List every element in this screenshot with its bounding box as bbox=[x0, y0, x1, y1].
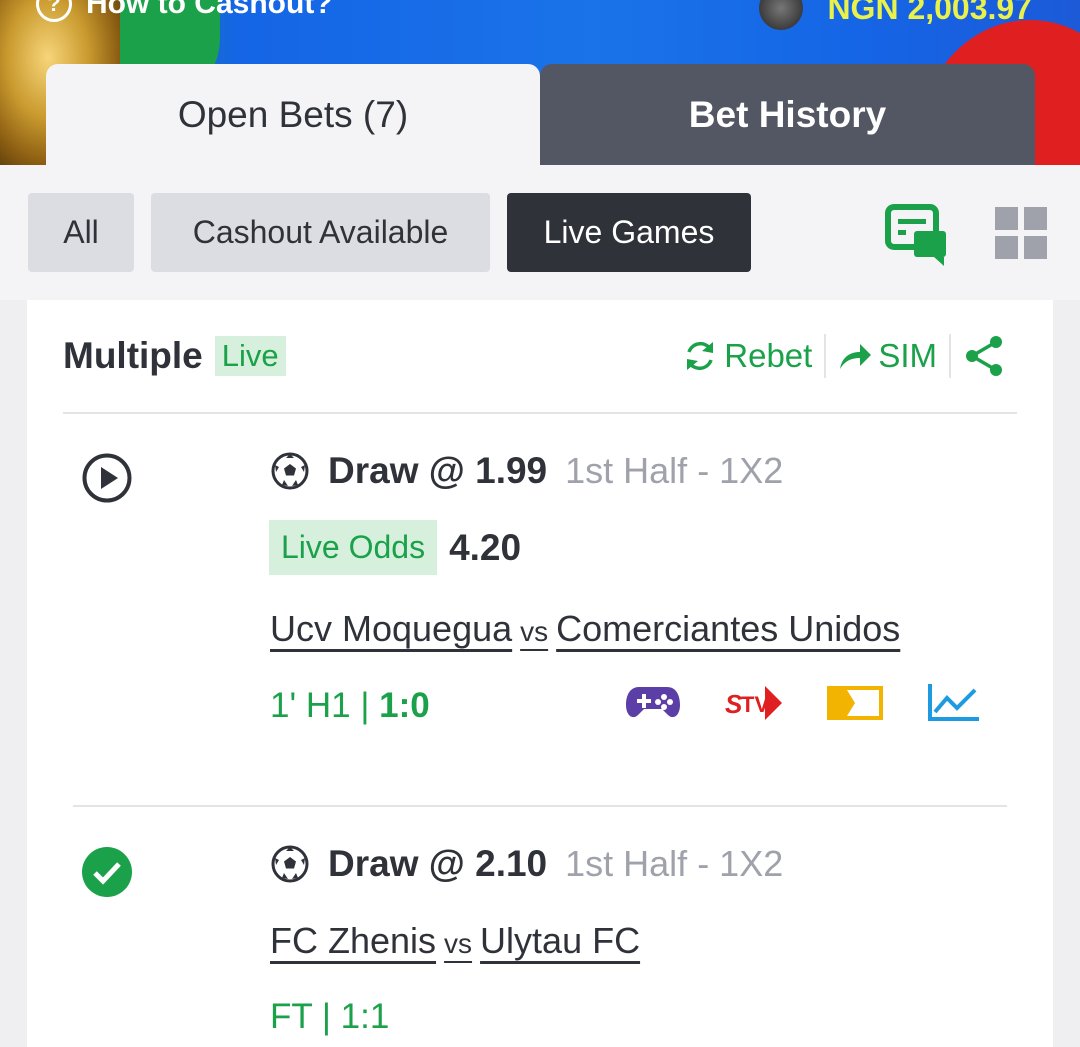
live-odds-badge: Live Odds bbox=[269, 520, 438, 575]
question-icon: ? bbox=[36, 0, 72, 22]
divider bbox=[73, 805, 1007, 807]
chat-icon[interactable] bbox=[884, 203, 948, 267]
market-name: 1st Half - 1X2 bbox=[565, 843, 784, 884]
tv-stream-icon[interactable] bbox=[827, 686, 883, 720]
rebet-label: Rebet bbox=[724, 337, 813, 374]
live-badge: Live bbox=[214, 336, 286, 376]
account-balance[interactable]: NGN 2,003.97 bbox=[759, 0, 1032, 30]
pick-label: Draw @ bbox=[328, 450, 465, 491]
match-status: 1' H1 | 1:0 bbox=[270, 686, 430, 726]
tab-bet-history[interactable]: Bet History bbox=[540, 64, 1035, 165]
divider bbox=[63, 412, 1017, 414]
match-teams[interactable]: Ucv Moquegua vs Comerciantes Unidos bbox=[270, 608, 900, 650]
bet-actions: Rebet SIM bbox=[670, 330, 1017, 382]
bet-card: Multiple Live Rebet SIM Draw @ 1.99 1st … bbox=[27, 300, 1053, 1047]
live-odds-value: 4.20 bbox=[449, 526, 522, 568]
sim-label: SIM bbox=[878, 337, 937, 374]
play-circle-icon[interactable] bbox=[81, 452, 133, 504]
refresh-icon bbox=[687, 341, 714, 371]
share-button[interactable] bbox=[951, 334, 1017, 378]
bet-type-title: Multiple bbox=[63, 335, 203, 376]
pick-odds: 1.99 bbox=[475, 450, 548, 491]
match-feature-icons: S TV bbox=[625, 684, 979, 722]
how-to-cashout-link[interactable]: ? How to Cashout? bbox=[36, 0, 333, 22]
match-teams[interactable]: FC Zhenis vs Ulytau FC bbox=[270, 920, 640, 962]
away-team[interactable]: Comerciantes Unidos bbox=[556, 608, 900, 650]
gamepad-icon[interactable] bbox=[625, 685, 681, 721]
selection-pick-line: Draw @ 2.10 1st Half - 1X2 bbox=[270, 843, 783, 885]
filter-all-button[interactable]: All bbox=[28, 193, 134, 272]
rebet-button[interactable]: Rebet bbox=[670, 337, 824, 375]
live-odds-row: Live Odds 4.20 bbox=[269, 520, 521, 575]
how-to-cashout-label: How to Cashout? bbox=[86, 0, 333, 20]
sim-button[interactable]: SIM bbox=[826, 337, 949, 375]
filter-bar: All Cashout Available Live Games bbox=[0, 165, 1080, 300]
filter-cashout-available-button[interactable]: Cashout Available bbox=[151, 193, 490, 272]
pick-odds: 2.10 bbox=[475, 843, 548, 884]
layout-grid-icon[interactable] bbox=[995, 207, 1047, 259]
stats-chart-icon[interactable] bbox=[927, 684, 979, 722]
share-icon bbox=[966, 336, 1002, 376]
stv-icon[interactable]: S TV bbox=[725, 684, 783, 722]
away-team[interactable]: Ulytau FC bbox=[480, 920, 640, 962]
match-clock: FT | bbox=[270, 997, 341, 1036]
match-status: FT | 1:1 bbox=[270, 997, 389, 1037]
tab-open-bets[interactable]: Open Bets (7) bbox=[46, 64, 540, 165]
soccer-ball-icon bbox=[271, 452, 309, 490]
match-score: 1:1 bbox=[340, 997, 390, 1036]
balance-amount: NGN 2,003.97 bbox=[827, 0, 1032, 26]
avatar[interactable] bbox=[759, 0, 804, 30]
match-score: 1:0 bbox=[379, 686, 430, 725]
market-name: 1st Half - 1X2 bbox=[565, 450, 784, 491]
filter-live-games-button[interactable]: Live Games bbox=[507, 193, 751, 272]
match-clock: 1' H1 | bbox=[270, 686, 380, 725]
vs-label: vs bbox=[444, 928, 473, 959]
forward-arrow-icon bbox=[840, 344, 872, 369]
soccer-ball-icon bbox=[271, 845, 309, 883]
check-circle-icon bbox=[82, 847, 132, 897]
svg-text:TV: TV bbox=[741, 692, 769, 717]
pick-label: Draw @ bbox=[328, 843, 465, 884]
selection-pick-line: Draw @ 1.99 1st Half - 1X2 bbox=[270, 450, 783, 492]
bet-card-header: Multiple Live Rebet SIM bbox=[63, 330, 1017, 382]
home-team[interactable]: FC Zhenis bbox=[270, 920, 436, 962]
home-team[interactable]: Ucv Moquegua bbox=[270, 608, 512, 650]
vs-label: vs bbox=[520, 616, 549, 647]
bets-tabs: Open Bets (7) Bet History bbox=[46, 64, 1035, 165]
